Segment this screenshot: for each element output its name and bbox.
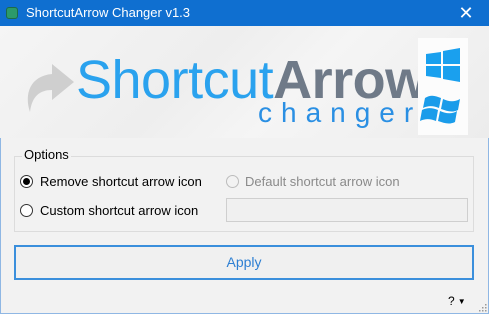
remove-arrow-radio[interactable]: [20, 175, 33, 188]
default-arrow-radio: [226, 175, 239, 188]
dropdown-caret-icon: ▼: [457, 297, 466, 306]
title-bar: ShortcutArrow Changer v1.3 ✕: [0, 0, 489, 26]
shortcut-arrow-icon: [27, 64, 74, 112]
app-icon: [6, 7, 18, 19]
close-icon[interactable]: ✕: [443, 0, 489, 26]
custom-arrow-label[interactable]: Custom shortcut arrow icon: [40, 203, 198, 219]
window-title: ShortcutArrow Changer v1.3: [26, 5, 191, 20]
custom-icon-path-input: [226, 198, 468, 222]
size-grip-icon[interactable]: [477, 302, 487, 312]
windows-7-logo-icon: [420, 95, 460, 124]
default-arrow-label: Default shortcut arrow icon: [245, 174, 400, 189]
windows-10-logo-icon: [426, 48, 460, 82]
windows-logo-panel: [418, 38, 468, 135]
logo-subtitle: changer: [258, 97, 423, 128]
logo-title-shortcut: Shortcut: [76, 50, 274, 110]
apply-button[interactable]: Apply: [14, 245, 474, 280]
help-label: ?: [448, 294, 455, 308]
remove-arrow-label[interactable]: Remove shortcut arrow icon: [40, 174, 202, 190]
help-dropdown[interactable]: ? ▼: [448, 294, 466, 309]
options-group-label: Options: [22, 147, 71, 163]
custom-arrow-radio[interactable]: [20, 204, 33, 217]
